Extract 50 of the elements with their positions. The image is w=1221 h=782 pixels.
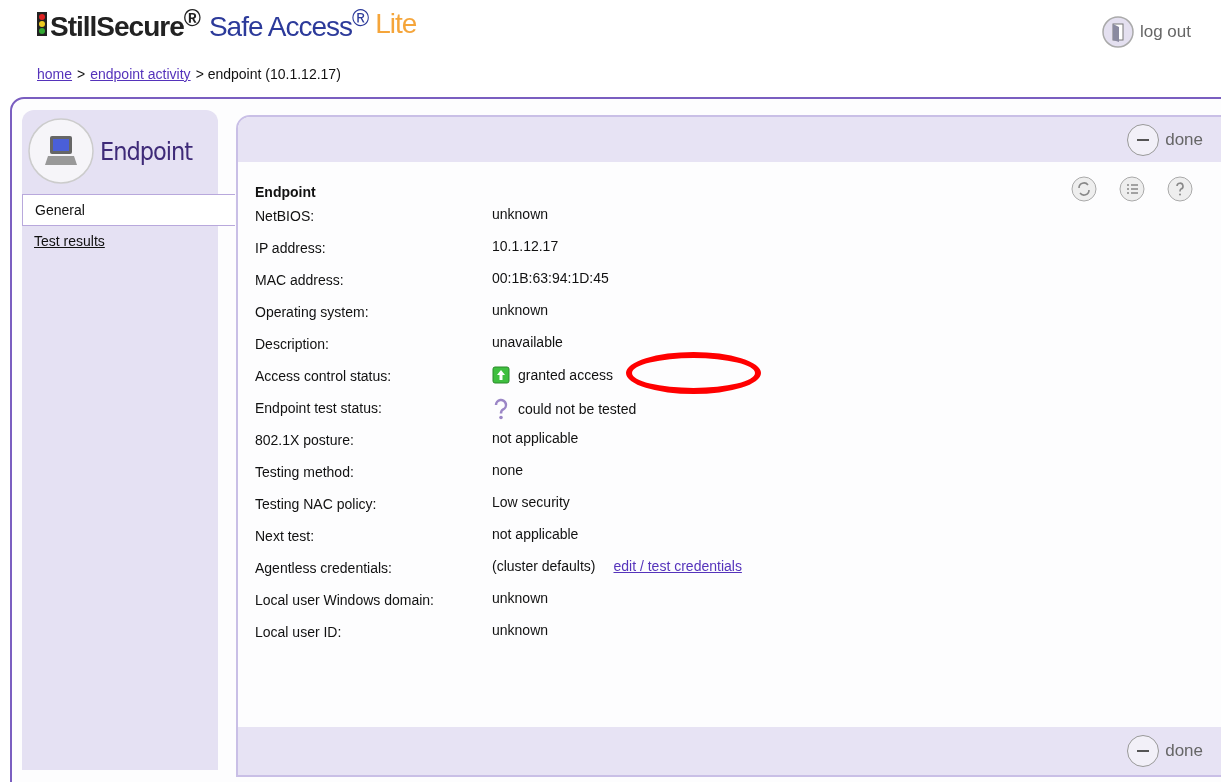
brand-logo-text: StillSecure$^{®}$ [50,5,200,44]
field-value: not applicable [492,526,579,542]
field-label: Access control status: [255,368,393,384]
field-label: Local user Windows domain: [255,592,435,608]
logout-button[interactable]: log out [1101,0,1221,48]
list-icon[interactable] [1119,176,1145,202]
sidebar-item[interactable]: General [22,194,235,226]
field-label: IP address: [255,240,327,256]
field-value: (cluster defaults) [492,558,596,574]
field-value: unavailable [492,334,563,350]
field-value: none [492,462,524,478]
field-label: Testing NAC policy: [255,496,378,512]
done-button[interactable]: done [1127,735,1203,767]
breadcrumb-text: > [77,66,86,84]
section-title: Endpoint [255,184,316,200]
field-value: unknown [492,590,549,606]
field-label: Testing method: [255,464,355,480]
help-icon[interactable] [1167,176,1193,202]
field-label: Next test: [255,528,316,544]
field-label: Agentless credentials: [255,560,393,576]
sidebar-title: Endpoint [100,136,193,166]
breadcrumb-link[interactable]: home [37,66,73,90]
refresh-icon[interactable] [1071,176,1097,202]
field-value: unknown [492,206,549,222]
door-icon [1101,16,1134,48]
field-label: NetBIOS: [255,208,316,224]
field-value: 00:1B:63:94:1D:45 [492,270,609,286]
done-button[interactable]: done [1127,123,1203,156]
field-value: could not be tested [518,401,637,417]
sidebar-item[interactable]: Test results [22,226,234,256]
field-value: 10.1.12.17 [492,238,559,254]
field-value: unknown [492,302,549,318]
field-label: Local user ID: [255,624,343,640]
field-label: 802.1X posture: [255,432,355,448]
breadcrumb-text: > endpoint (10.1.12.17) [195,66,341,84]
field-label: Operating system: [255,304,370,320]
field-label: Endpoint test status: [255,400,383,416]
field-label: MAC address: [255,272,345,288]
field-value: not applicable [492,430,579,446]
field-value: unknown [492,622,549,638]
traffic-light-icon [37,12,47,37]
product-name: Safe Access$^{®}$ [208,5,369,44]
field-value: granted access [518,367,613,383]
edition-name: Lite [375,8,417,41]
field-label: Description: [255,336,330,352]
question-mark-icon [492,398,510,420]
credentials-link[interactable]: edit / test credentials [613,558,742,574]
breadcrumb-link[interactable]: endpoint activity [90,66,191,90]
field-value: Low security [492,494,570,510]
computer-icon [28,118,94,184]
